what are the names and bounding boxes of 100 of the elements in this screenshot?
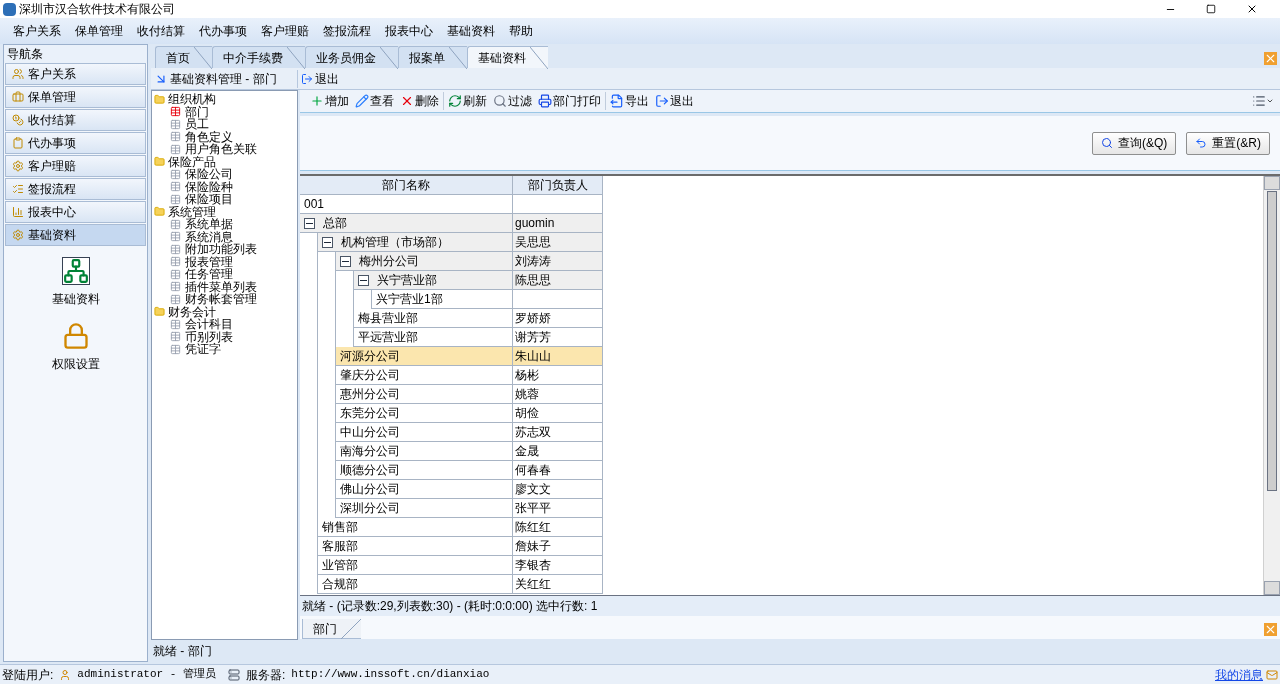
department-name: 业管部 bbox=[322, 557, 358, 574]
printer-icon bbox=[538, 94, 552, 108]
department-name: 河源分公司 bbox=[340, 348, 400, 365]
tree-item[interactable]: 插件菜单列表 bbox=[152, 280, 297, 293]
tab-edge-icon bbox=[449, 47, 467, 69]
column-header[interactable]: 部门负责人 bbox=[513, 176, 603, 195]
lock-icon bbox=[61, 322, 90, 350]
collapse-toggle[interactable] bbox=[358, 274, 369, 286]
manager-cell: 朱山山 bbox=[513, 347, 603, 366]
close-icon[interactable] bbox=[1246, 3, 1258, 15]
tree-item[interactable]: 保险公司 bbox=[152, 168, 297, 181]
department-name: 佛山分公司 bbox=[340, 481, 400, 498]
nav-section-button[interactable]: 基础资料 bbox=[5, 224, 146, 246]
toolbar-button[interactable]: 查看 bbox=[355, 92, 394, 110]
department-name: 001 bbox=[304, 196, 325, 213]
clipboard-icon bbox=[12, 137, 24, 149]
view-menu-button[interactable] bbox=[1252, 94, 1274, 108]
caret-icon bbox=[1266, 97, 1274, 105]
search-icon bbox=[1101, 137, 1113, 149]
manager-cell: 陈思思 bbox=[513, 271, 603, 290]
manager-cell: 李银杏 bbox=[513, 556, 603, 575]
toolbar-button[interactable]: 退出 bbox=[655, 92, 694, 110]
scrollbar[interactable] bbox=[1263, 176, 1280, 595]
reset-button[interactable]: 重置(&R) bbox=[1186, 131, 1270, 155]
menu-item[interactable]: 基础资料 bbox=[440, 22, 502, 40]
tree-item[interactable]: 任务管理 bbox=[152, 268, 297, 281]
tree-folder[interactable]: 保险产品 bbox=[152, 155, 297, 168]
column-header[interactable]: 部门名称 bbox=[300, 176, 513, 195]
nav-section-button[interactable]: 报表中心 bbox=[5, 201, 146, 223]
department-name: 机构管理（市场部） bbox=[341, 234, 449, 251]
department-name: 南海分公司 bbox=[340, 443, 400, 460]
exit-button[interactable]: 退出 bbox=[298, 69, 342, 88]
menu-item[interactable]: 保单管理 bbox=[68, 22, 130, 40]
nav-section-button[interactable]: 保单管理 bbox=[5, 86, 146, 108]
tree-item[interactable]: 部门 bbox=[152, 105, 297, 118]
manager-cell: guomin bbox=[513, 214, 603, 233]
toolbar-button[interactable]: 刷新 bbox=[448, 92, 487, 110]
tree-item[interactable]: 币别列表 bbox=[152, 330, 297, 343]
toolbar-button[interactable]: 增加 bbox=[310, 92, 349, 110]
query-button[interactable]: 查询(&Q) bbox=[1092, 131, 1177, 155]
collapse-toggle[interactable] bbox=[340, 255, 351, 267]
tab[interactable]: 首页 bbox=[155, 46, 212, 68]
server-url: http://www.inssoft.cn/dianxiao bbox=[291, 667, 490, 683]
shortcut-button[interactable]: 权限设置 bbox=[51, 322, 100, 373]
menu-item[interactable]: 报表中心 bbox=[378, 22, 440, 40]
panel-title: 基础资料管理 - 部门 bbox=[170, 70, 277, 88]
tree-item[interactable]: 财务帐套管理 bbox=[152, 293, 297, 306]
tab[interactable]: 中介手续费 bbox=[212, 46, 305, 68]
nav-section-button[interactable]: 代办事项 bbox=[5, 132, 146, 154]
menu-item[interactable]: 客户关系 bbox=[6, 22, 68, 40]
tree-item[interactable]: 员工 bbox=[152, 118, 297, 131]
tree-item[interactable]: 角色定义 bbox=[152, 130, 297, 143]
menu-item[interactable]: 签报流程 bbox=[316, 22, 378, 40]
nav-section-button[interactable]: 收付结算 bbox=[5, 109, 146, 131]
tab[interactable]: 业务员佣金 bbox=[305, 46, 398, 68]
hierarchy-icon bbox=[61, 257, 90, 285]
tree-item[interactable]: 保险项目 bbox=[152, 193, 297, 206]
collapse-toggle[interactable] bbox=[304, 217, 315, 229]
toolbar-button[interactable]: 部门打印 bbox=[538, 92, 601, 110]
department-name: 梅州分公司 bbox=[359, 253, 419, 270]
tab[interactable]: 部门 bbox=[302, 619, 361, 639]
toolbar-button[interactable]: 过滤 bbox=[493, 92, 532, 110]
messages-link[interactable]: 我的消息 bbox=[1215, 665, 1278, 684]
nav-section-button[interactable]: 签报流程 bbox=[5, 178, 146, 200]
toolbar-button[interactable]: 导出 bbox=[610, 92, 649, 110]
tab[interactable]: 报案单 bbox=[398, 46, 467, 68]
manager-cell: 金晟 bbox=[513, 442, 603, 461]
tree-folder[interactable]: 系统管理 bbox=[152, 205, 297, 218]
tree-item[interactable]: 系统单据 bbox=[152, 218, 297, 231]
panel-status: 就绪 - 部门 bbox=[153, 643, 212, 660]
folder-icon bbox=[154, 156, 165, 168]
tree-item[interactable]: 保险险种 bbox=[152, 180, 297, 193]
department-name: 东莞分公司 bbox=[340, 405, 400, 422]
department-name: 平远营业部 bbox=[358, 329, 418, 346]
department-name: 总部 bbox=[323, 215, 347, 232]
department-name: 中山分公司 bbox=[340, 424, 400, 441]
nav-section-button[interactable]: 客户关系 bbox=[5, 63, 146, 85]
maximize-icon[interactable] bbox=[1206, 4, 1216, 14]
tree-folder[interactable]: 组织机构 bbox=[152, 93, 297, 106]
tree-item[interactable]: 用户角色关联 bbox=[152, 143, 297, 156]
shortcut-button[interactable]: 基础资料 bbox=[51, 257, 100, 308]
menu-item[interactable]: 代办事项 bbox=[192, 22, 254, 40]
tab[interactable]: 基础资料 bbox=[467, 46, 548, 68]
briefcase-icon bbox=[12, 91, 24, 103]
collapse-toggle[interactable] bbox=[322, 236, 333, 248]
tree-item[interactable]: 会计科目 bbox=[152, 318, 297, 331]
department-name: 合规部 bbox=[322, 576, 358, 593]
toolbar-button[interactable]: 删除 bbox=[400, 92, 439, 110]
menu-item[interactable]: 帮助 bbox=[502, 22, 540, 40]
tree-folder[interactable]: 财务会计 bbox=[152, 305, 297, 318]
tree-item[interactable]: 凭证字 bbox=[152, 343, 297, 356]
menu-item[interactable]: 收付结算 bbox=[130, 22, 192, 40]
menu-item[interactable]: 客户理赔 bbox=[254, 22, 316, 40]
manager-cell: 胡俭 bbox=[513, 404, 603, 423]
user-icon bbox=[59, 668, 72, 681]
tree-item[interactable]: 附加功能列表 bbox=[152, 243, 297, 256]
nav-section-button[interactable]: 客户理赔 bbox=[5, 155, 146, 177]
tree-item[interactable]: 系统消息 bbox=[152, 230, 297, 243]
refresh-icon bbox=[448, 94, 462, 108]
tree-item[interactable]: 报表管理 bbox=[152, 255, 297, 268]
